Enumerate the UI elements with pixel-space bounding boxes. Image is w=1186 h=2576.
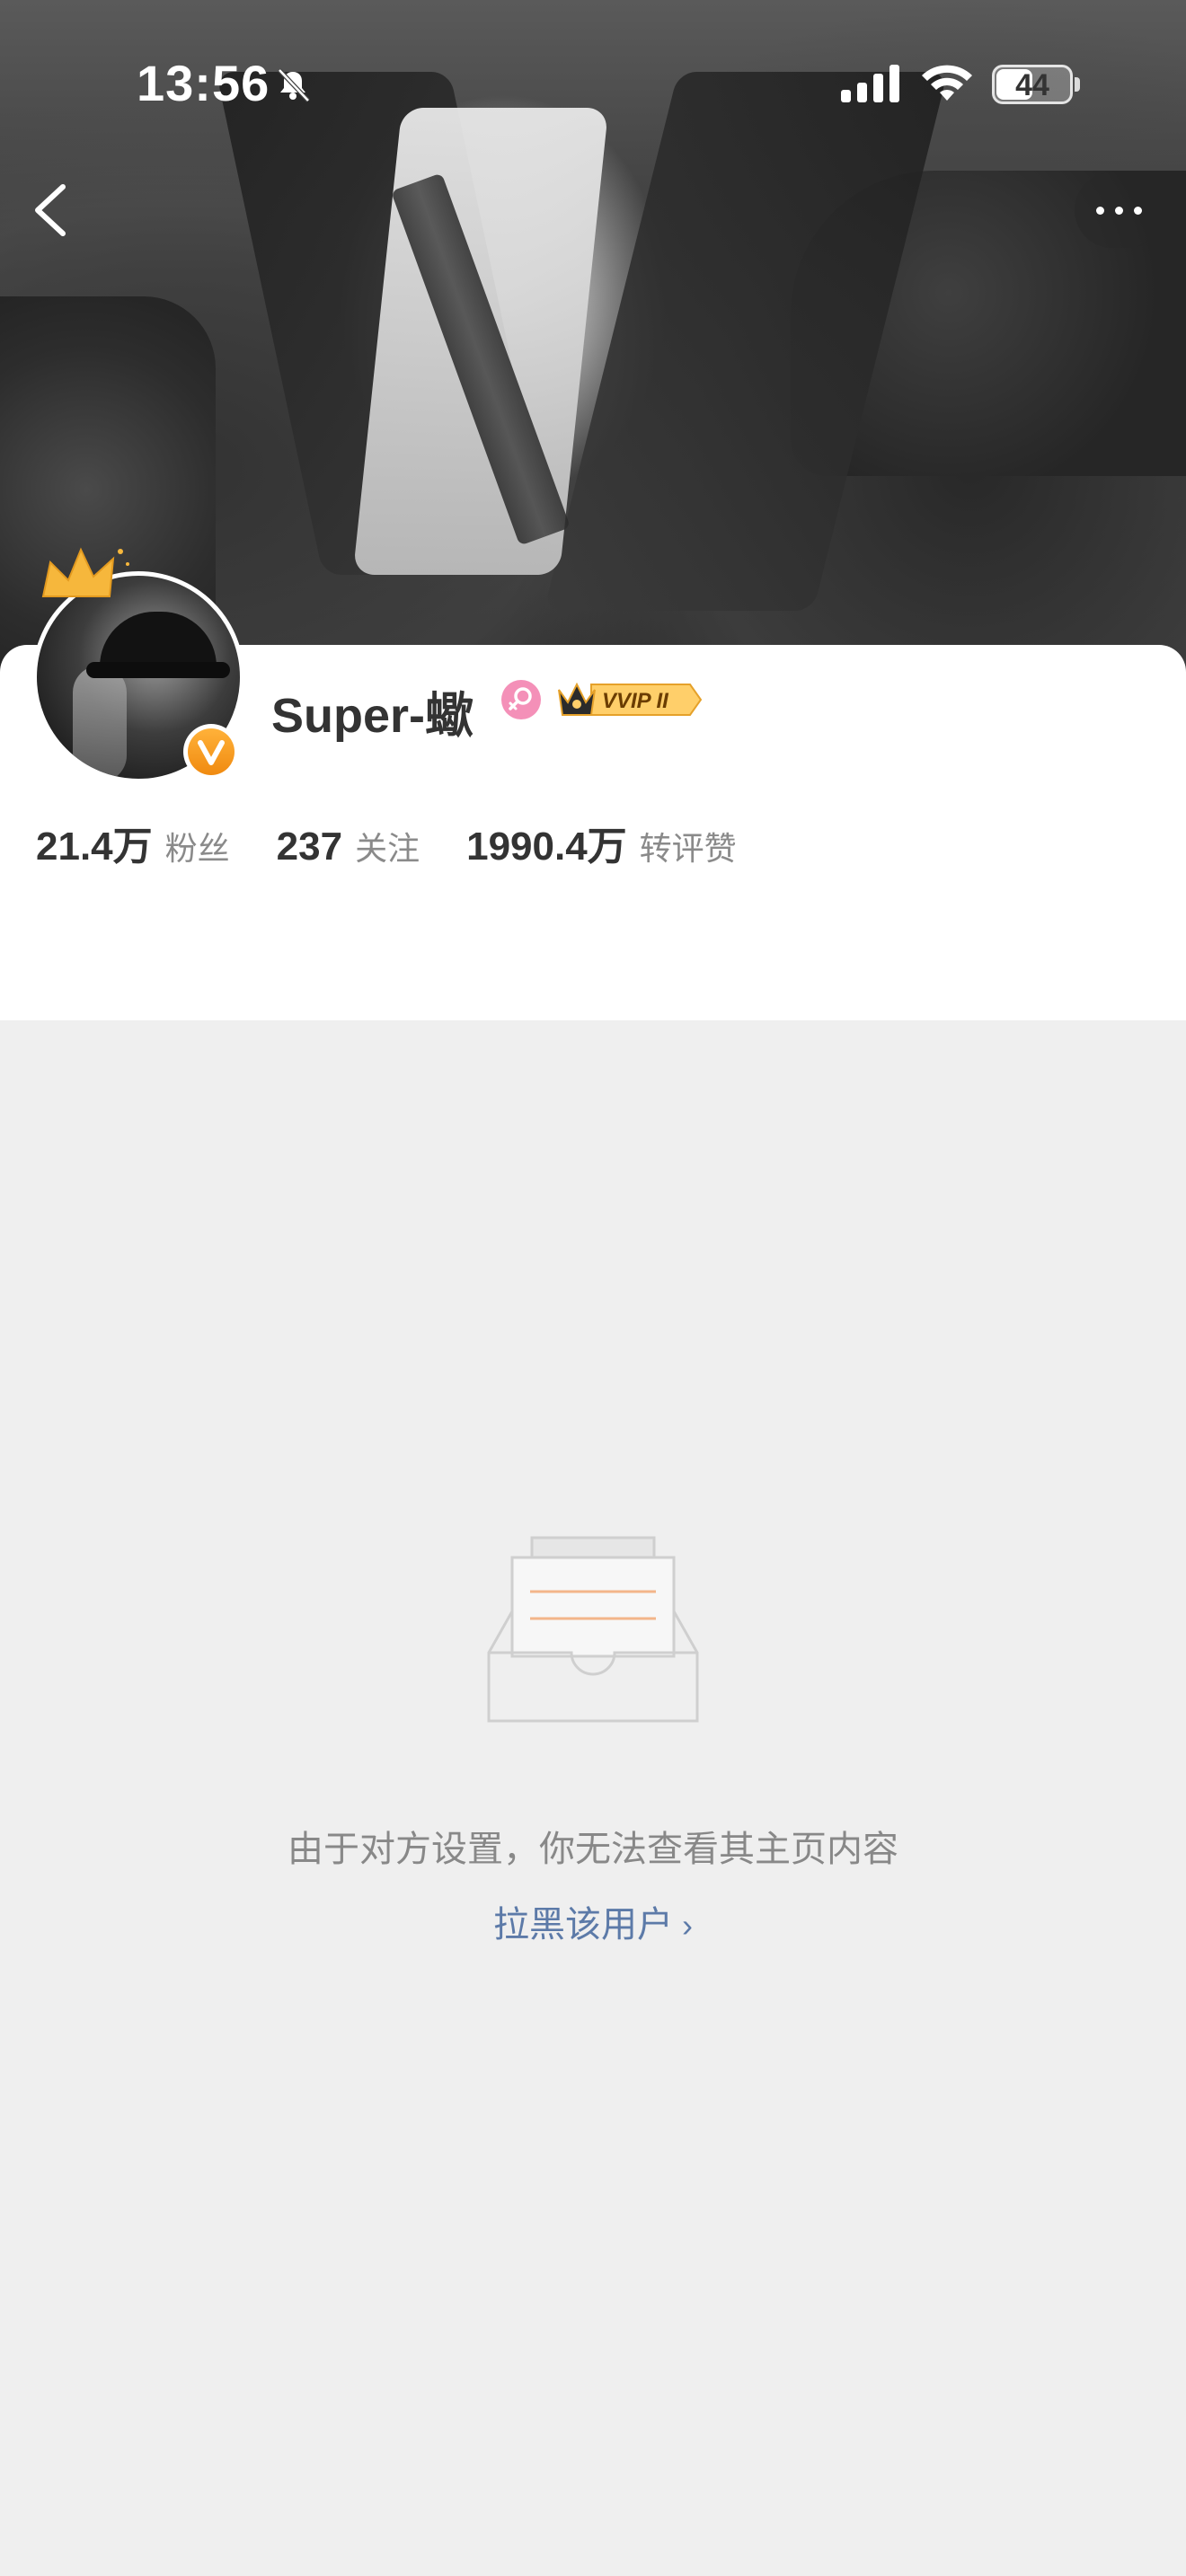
chevron-right-icon: ›	[682, 1907, 693, 1944]
battery-indicator: 44	[992, 65, 1073, 104]
female-icon	[501, 680, 541, 719]
profile-page: 13:56 44 Super-蠍 VVIP II 21.4万 粉丝 237 关注…	[0, 0, 1186, 2576]
verified-v-icon	[183, 724, 239, 780]
more-icon	[1096, 207, 1104, 215]
empty-inbox-icon	[487, 1536, 699, 1723]
stat-label: 转评赞	[639, 830, 737, 867]
block-user-link[interactable]: 拉黑该用户 ›	[0, 1895, 1186, 1947]
status-bar: 13:56 44	[0, 0, 1186, 171]
more-button[interactable]	[1075, 172, 1164, 248]
stat-value: 1990.4万	[466, 825, 627, 869]
stat-label: 关注	[355, 830, 420, 867]
status-time: 13:56	[137, 55, 270, 111]
stat-value: 21.4万	[36, 825, 153, 869]
stat-followers[interactable]: 21.4万 粉丝	[36, 814, 230, 871]
stat-label: 粉丝	[164, 830, 230, 867]
block-user-label: 拉黑该用户	[493, 1905, 673, 1945]
username: Super-蠍	[271, 689, 474, 743]
vvip-badge[interactable]: VVIP II	[555, 677, 703, 722]
signal-icon	[841, 65, 899, 102]
bell-muted-icon	[278, 68, 310, 102]
vvip-badge-label: VVIP II	[602, 689, 669, 713]
wifi-icon	[922, 65, 972, 101]
profile-stats: 21.4万 粉丝 237 关注 1990.4万 转评赞	[36, 814, 783, 871]
battery-level: 44	[1015, 68, 1049, 102]
back-arrow-icon[interactable]	[25, 180, 79, 241]
crown-icon	[41, 547, 129, 597]
stat-reposts-likes[interactable]: 1990.4万 转评赞	[466, 814, 737, 871]
stat-following[interactable]: 237 关注	[277, 823, 420, 869]
stat-value: 237	[276, 825, 343, 869]
blocked-content-message: 由于对方设置，你无法查看其主页内容	[288, 1830, 898, 1869]
